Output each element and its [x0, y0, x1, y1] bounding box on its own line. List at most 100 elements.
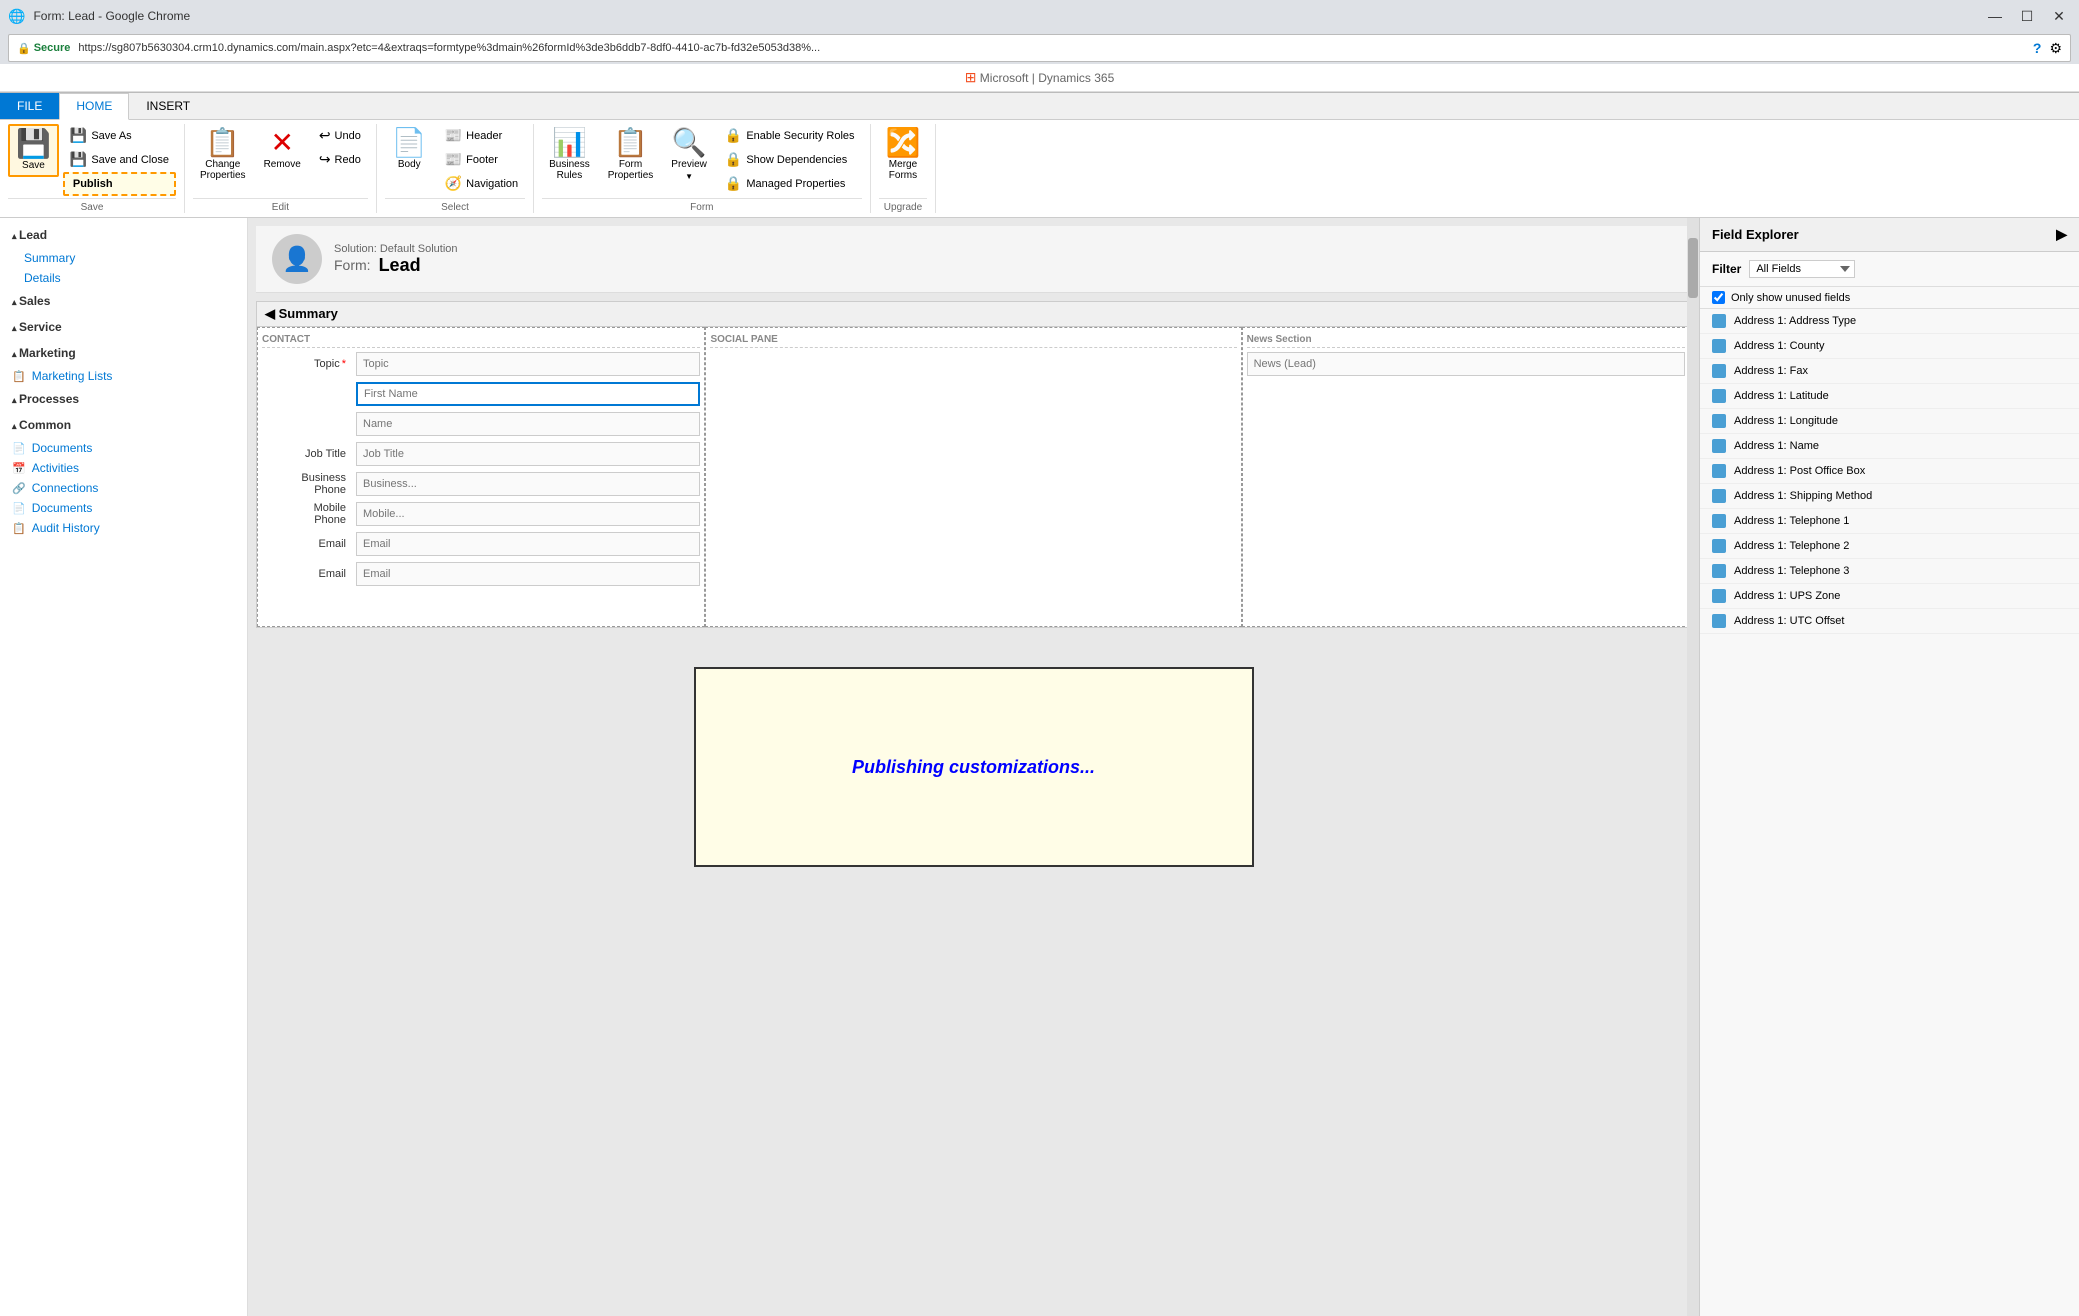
show-dependencies-button[interactable]: 🔒 Show Dependencies: [718, 148, 862, 171]
sidebar-item-summary[interactable]: Summary: [0, 248, 247, 268]
tab-home[interactable]: HOME: [59, 93, 129, 120]
ribbon-group-select: 📄 Body 📰 Header 📰 Footer 🧭 Navigation: [377, 124, 534, 213]
close-button[interactable]: ✕: [2047, 8, 2071, 24]
fe-list-item[interactable]: Address 1: County: [1700, 334, 2079, 359]
fe-list-item[interactable]: Address 1: Telephone 3: [1700, 559, 2079, 584]
fe-list-item[interactable]: Address 1: Shipping Method: [1700, 484, 2079, 509]
save-close-button[interactable]: 💾 Save and Close: [63, 148, 176, 171]
address-bar[interactable]: 🔒 Secure https://sg807b5630304.crm10.dyn…: [8, 34, 2071, 62]
tab-file[interactable]: FILE: [0, 93, 59, 119]
fe-list-item[interactable]: Address 1: UTC Offset: [1700, 609, 2079, 634]
url-text[interactable]: https://sg807b5630304.crm10.dynamics.com…: [78, 42, 2024, 54]
business-phone-input[interactable]: [356, 472, 700, 496]
fe-list-item[interactable]: Address 1: Fax: [1700, 359, 2079, 384]
audit-label: Audit History: [32, 521, 100, 535]
fe-list-item[interactable]: Address 1: Address Type: [1700, 309, 2079, 334]
sidebar-section-lead[interactable]: Lead: [0, 222, 247, 248]
save-close-icon: 💾: [70, 151, 87, 168]
sidebar-section-sales[interactable]: Sales: [0, 288, 247, 314]
collapse-icon[interactable]: ◀: [265, 306, 279, 321]
sidebar-item-details[interactable]: Details: [0, 268, 247, 288]
tab-insert[interactable]: INSERT: [129, 93, 207, 119]
preview-button[interactable]: 🔍 Preview ▼: [664, 124, 714, 186]
fe-list-item[interactable]: Address 1: Name: [1700, 434, 2079, 459]
help-icon[interactable]: ?: [2033, 40, 2042, 56]
sidebar-section-processes[interactable]: Processes: [0, 386, 247, 412]
fe-list-item[interactable]: Address 1: Post Office Box: [1700, 459, 2079, 484]
minimize-button[interactable]: —: [1983, 8, 2007, 24]
job-title-input[interactable]: [356, 442, 700, 466]
settings-icon[interactable]: ⚙: [2049, 40, 2062, 57]
sidebar-item-documents2[interactable]: 📄 Documents: [0, 498, 247, 518]
mobile-phone-input[interactable]: [356, 502, 700, 526]
undo-button[interactable]: ↩ Undo: [312, 124, 368, 147]
documents2-label: Documents: [32, 501, 93, 515]
redo-button[interactable]: ↪ Redo: [312, 148, 368, 171]
last-name-input[interactable]: [356, 412, 700, 436]
fe-list-item[interactable]: Address 1: UPS Zone: [1700, 584, 2079, 609]
remove-button[interactable]: ✕ Remove: [257, 124, 308, 175]
navigation-icon: 🧭: [445, 175, 462, 192]
sidebar-section-marketing[interactable]: Marketing: [0, 340, 247, 366]
first-name-input[interactable]: [356, 382, 700, 406]
navigation-button[interactable]: 🧭 Navigation: [438, 172, 525, 195]
fe-item-icon: [1712, 339, 1726, 353]
sidebar-section-service[interactable]: Service: [0, 314, 247, 340]
sidebar-item-audit-history[interactable]: 📋 Audit History: [0, 518, 247, 538]
audit-icon: 📋: [12, 522, 26, 535]
change-properties-button[interactable]: 📋 Change Properties: [193, 124, 253, 186]
social-pane-column: SOCIAL PANE: [705, 327, 1241, 627]
footer-icon: 📰: [445, 151, 462, 168]
ribbon-tabs: FILE HOME INSERT: [0, 93, 2079, 120]
footer-button[interactable]: 📰 Footer: [438, 148, 525, 171]
contact-header: CONTACT: [262, 332, 700, 348]
header-button[interactable]: 📰 Header: [438, 124, 525, 147]
security-icon: 🔒: [725, 127, 742, 144]
fe-list-item[interactable]: Address 1: Longitude: [1700, 409, 2079, 434]
canvas-scrollbar[interactable]: [1687, 218, 1699, 1316]
fe-expand-icon[interactable]: ▶: [2056, 226, 2067, 243]
fe-list-item[interactable]: Address 1: Latitude: [1700, 384, 2079, 409]
field-first-name: [262, 382, 700, 406]
merge-icon: 🔀: [886, 129, 921, 157]
fe-list-item[interactable]: Address 1: Telephone 1: [1700, 509, 2079, 534]
sidebar-item-marketing-lists[interactable]: 📋 Marketing Lists: [0, 366, 247, 386]
news-input[interactable]: [1247, 352, 1685, 376]
business-rules-button[interactable]: 📊 Business Rules: [542, 124, 597, 186]
form-name: Lead: [379, 255, 421, 276]
browser-favicon: 🌐: [8, 8, 25, 25]
email2-input[interactable]: [356, 562, 700, 586]
fe-filter-select[interactable]: All Fields Unused Fields Required Fields: [1749, 260, 1855, 278]
merge-forms-button[interactable]: 🔀 Merge Forms: [879, 124, 928, 186]
publish-button[interactable]: Publish: [63, 172, 176, 196]
form-header: 👤 Solution: Default Solution Form: Lead: [256, 226, 1691, 293]
activities-label: Activities: [32, 461, 79, 475]
edit-group-label: Edit: [193, 198, 368, 213]
enable-security-button[interactable]: 🔒 Enable Security Roles: [718, 124, 862, 147]
fe-list-item[interactable]: Address 1: Telephone 2: [1700, 534, 2079, 559]
dependencies-icon: 🔒: [725, 151, 742, 168]
fe-item-label: Address 1: UPS Zone: [1734, 590, 1840, 602]
sidebar-item-documents[interactable]: 📄 Documents: [0, 438, 247, 458]
header-icon: 📰: [445, 127, 462, 144]
title-bar: 🌐 Form: Lead - Google Chrome — ☐ ✕: [0, 0, 2079, 32]
fe-filter-label: Filter: [1712, 262, 1741, 276]
connections-label: Connections: [32, 481, 99, 495]
form-columns: CONTACT Topic*: [257, 327, 1690, 627]
canvas-scroll-thumb[interactable]: [1688, 238, 1698, 298]
show-unused-checkbox[interactable]: [1712, 291, 1725, 304]
body-button[interactable]: 📄 Body: [385, 124, 434, 175]
topic-input[interactable]: [356, 352, 700, 376]
form-properties-button[interactable]: 📋 Form Properties: [601, 124, 661, 186]
maximize-button[interactable]: ☐: [2015, 8, 2039, 24]
fe-item-icon: [1712, 364, 1726, 378]
save-button[interactable]: 💾 Save: [8, 124, 59, 177]
sidebar-section-common[interactable]: Common: [0, 412, 247, 438]
save-as-icon: 💾: [70, 127, 87, 144]
sidebar-item-activities[interactable]: 📅 Activities: [0, 458, 247, 478]
fe-item-label: Address 1: Telephone 3: [1734, 565, 1849, 577]
save-as-button[interactable]: 💾 Save As: [63, 124, 176, 147]
email1-input[interactable]: [356, 532, 700, 556]
sidebar-item-connections[interactable]: 🔗 Connections: [0, 478, 247, 498]
managed-properties-button[interactable]: 🔒 Managed Properties: [718, 172, 862, 195]
